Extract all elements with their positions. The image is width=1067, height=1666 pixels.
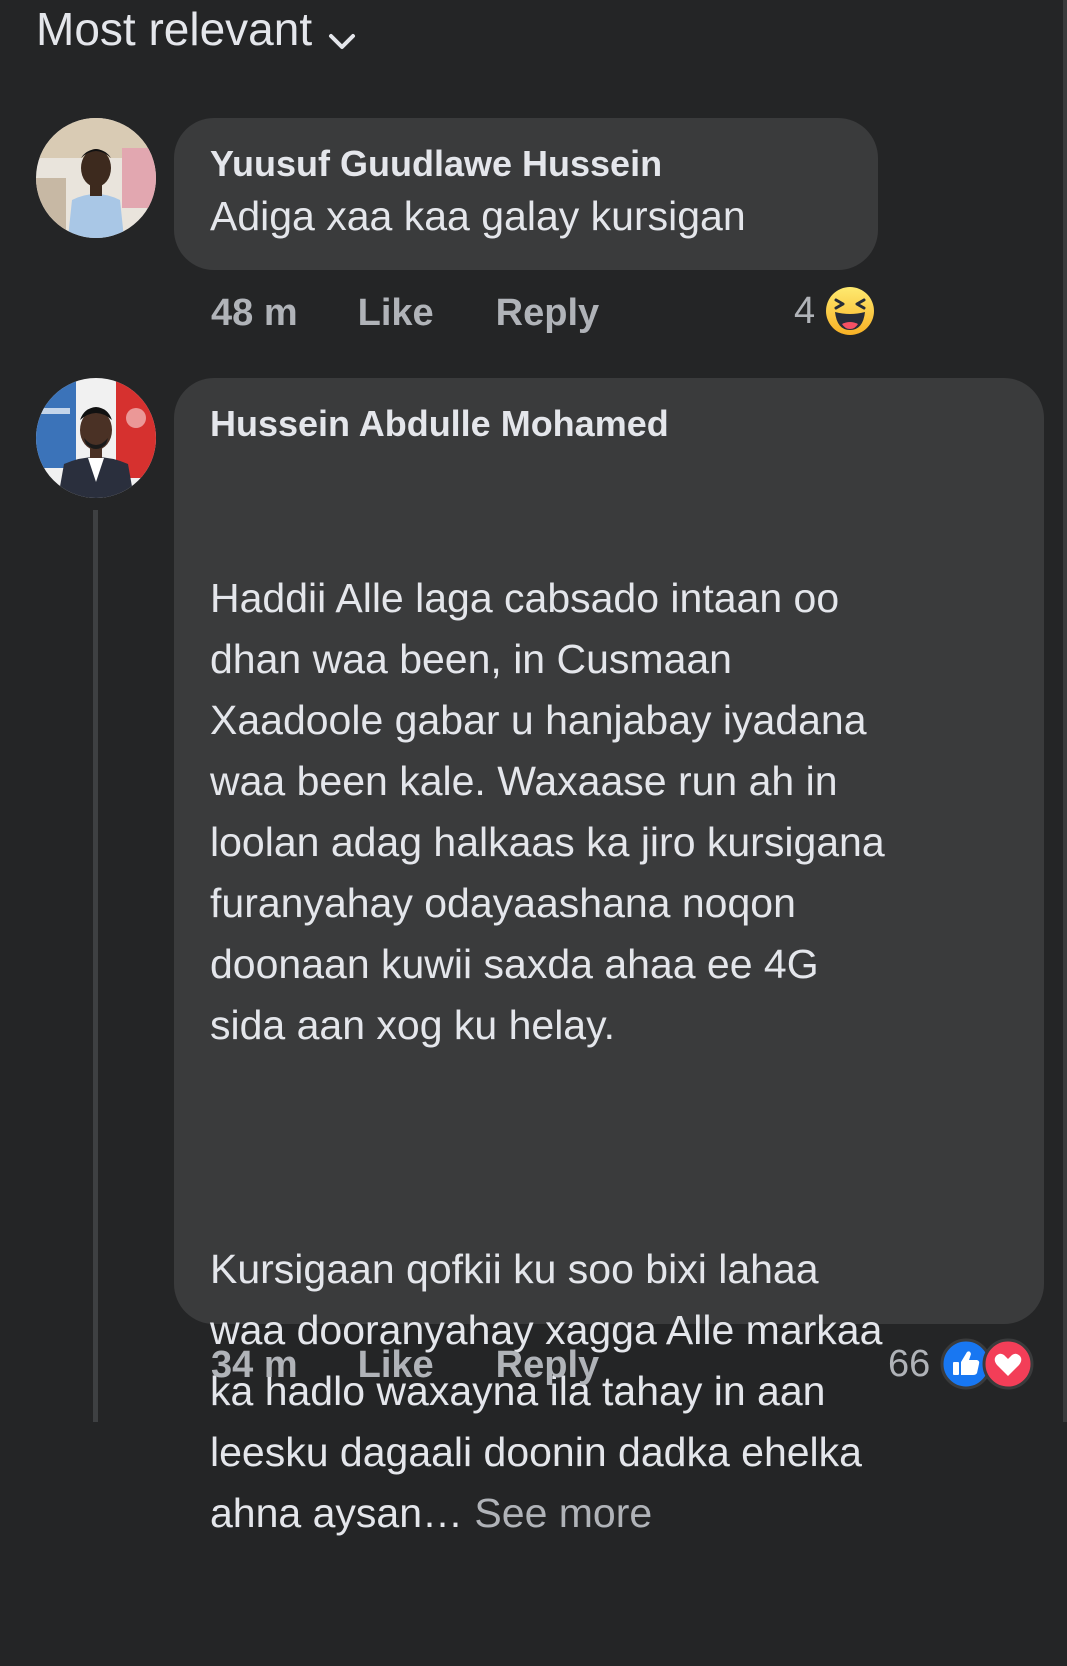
comment-author[interactable]: Hussein Abdulle Mohamed bbox=[210, 402, 1008, 446]
reaction-count: 66 bbox=[888, 1342, 931, 1385]
love-icon bbox=[982, 1338, 1034, 1390]
comment-paragraph: Haddii Alle laga cabsado intaan oo dhan … bbox=[210, 575, 885, 1048]
sort-dropdown[interactable]: Most relevant bbox=[36, 0, 358, 58]
comment-text: Haddii Alle laga cabsado intaan oo dhan … bbox=[210, 446, 1008, 1666]
comment-bubble: Yuusuf Guudlawe Hussein Adiga xaa kaa ga… bbox=[174, 118, 878, 270]
reply-button[interactable]: Reply bbox=[496, 1344, 599, 1387]
reply-thread-line bbox=[93, 510, 98, 1422]
comment-timestamp[interactable]: 48 m bbox=[211, 292, 298, 335]
avatar[interactable] bbox=[36, 118, 156, 238]
haha-icon bbox=[826, 287, 875, 335]
comment-timestamp[interactable]: 34 m bbox=[211, 1344, 298, 1387]
like-button[interactable]: Like bbox=[358, 1344, 434, 1387]
comment-actions: 34 m Like Reply bbox=[211, 1344, 599, 1387]
comment-actions: 48 m Like Reply bbox=[211, 292, 599, 335]
sort-label: Most relevant bbox=[36, 3, 313, 55]
comment-paragraph: Kursigaan qofkii ku soo bixi lahaa waa d… bbox=[210, 1239, 1008, 1544]
comment-bubble: Hussein Abdulle Mohamed Haddii Alle laga… bbox=[174, 378, 1044, 1536]
reaction-summary[interactable]: 66 bbox=[888, 1338, 1034, 1390]
reply-button[interactable]: Reply bbox=[496, 292, 599, 335]
scrollbar-edge bbox=[1063, 0, 1067, 1422]
reaction-summary[interactable]: 4 bbox=[794, 286, 875, 336]
see-more-link[interactable]: See more bbox=[474, 1490, 652, 1536]
comment-author[interactable]: Yuusuf Guudlawe Hussein bbox=[210, 142, 842, 186]
reaction-count: 4 bbox=[794, 289, 816, 332]
chevron-down-icon bbox=[326, 15, 358, 49]
comment-text: Adiga xaa kaa galay kursigan bbox=[210, 193, 746, 239]
like-button[interactable]: Like bbox=[358, 292, 434, 335]
avatar[interactable] bbox=[36, 378, 156, 498]
